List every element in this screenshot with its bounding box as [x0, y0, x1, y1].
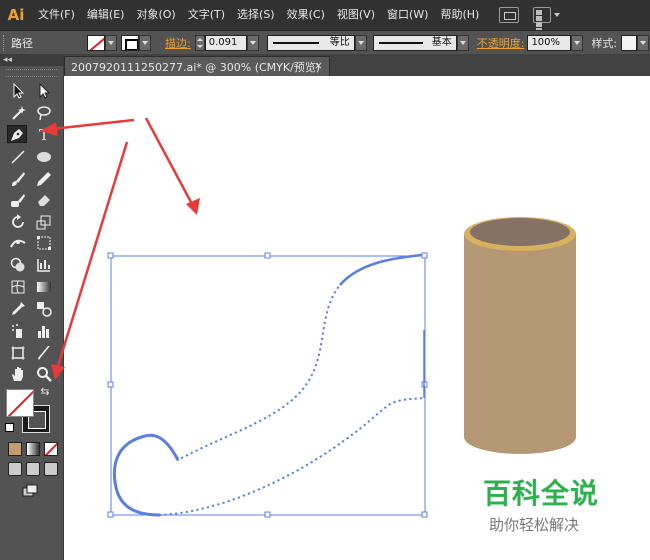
annotation-arrows [40, 117, 200, 380]
watermark-title: 百科全说 [483, 477, 600, 510]
selection-bounding-box[interactable] [107, 252, 428, 518]
watermark-subtitle: 助你轻松解决 [489, 516, 580, 534]
pen-path[interactable] [112, 253, 425, 517]
watermark: 百科全说 助你轻松解决 [483, 472, 623, 535]
fill-color-swatch[interactable] [6, 389, 34, 417]
cylinder-reference-image [464, 217, 576, 454]
